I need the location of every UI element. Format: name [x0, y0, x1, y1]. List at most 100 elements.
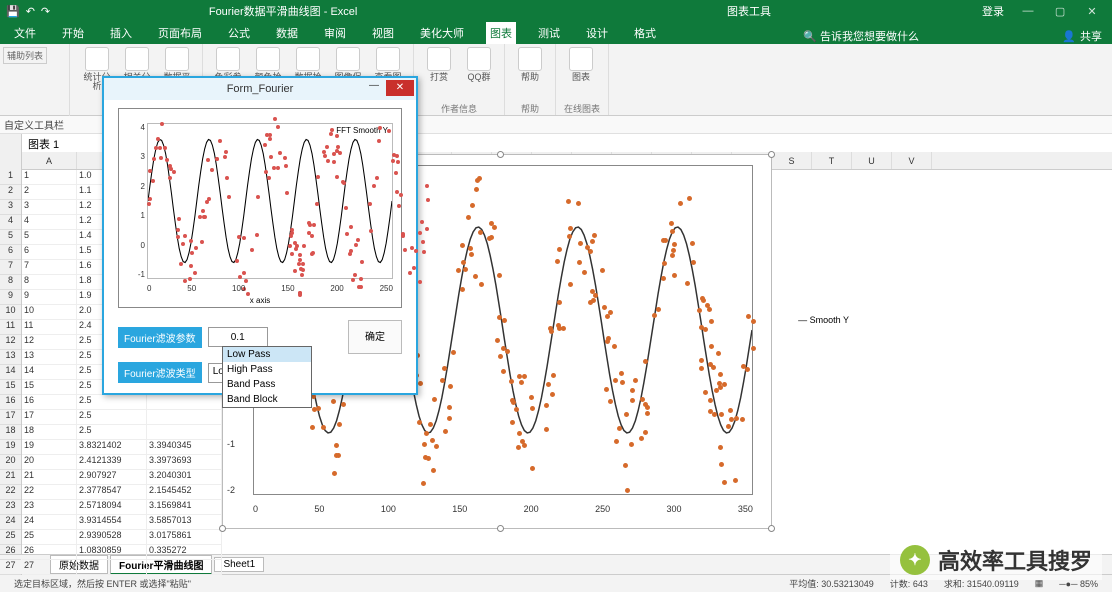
- ribbon-tab[interactable]: 设计: [582, 22, 612, 44]
- row-header[interactable]: 7: [0, 260, 21, 275]
- cell[interactable]: 7: [22, 260, 77, 275]
- column-header[interactable]: S: [772, 152, 812, 169]
- row-header[interactable]: 2: [0, 185, 21, 200]
- account-label[interactable]: 登录: [982, 3, 1004, 19]
- reward-button[interactable]: 打赏: [422, 47, 456, 82]
- dropdown-option[interactable]: Band Pass: [223, 377, 311, 392]
- ribbon-tab[interactable]: 页面布局: [154, 22, 206, 44]
- chart-resize-handle[interactable]: [768, 151, 775, 158]
- chart-resize-handle[interactable]: [497, 151, 504, 158]
- cell[interactable]: 2.5718094: [77, 500, 147, 515]
- chart-resize-handle[interactable]: [768, 525, 775, 532]
- cell[interactable]: 9: [22, 290, 77, 305]
- row-headers[interactable]: 1234567891011121314151617181920212223242…: [0, 134, 22, 554]
- row-header[interactable]: 8: [0, 275, 21, 290]
- chart-resize-handle[interactable]: [219, 525, 226, 532]
- ribbon-tab[interactable]: 视图: [368, 22, 398, 44]
- cell[interactable]: 21: [22, 470, 77, 485]
- cell[interactable]: 15: [22, 380, 77, 395]
- cell[interactable]: 2.5: [77, 395, 147, 410]
- cell[interactable]: 2.9390528: [77, 530, 147, 545]
- fourier-param-button[interactable]: Fourier滤波参数: [118, 327, 202, 348]
- qq-group-button[interactable]: QQ群: [462, 47, 496, 82]
- cell[interactable]: 3.9314554: [77, 515, 147, 530]
- row-header[interactable]: 11: [0, 320, 21, 335]
- cell[interactable]: 3.3940345: [147, 440, 222, 455]
- cell[interactable]: [147, 425, 222, 440]
- zoom-slider[interactable]: ─●─ 85%: [1059, 579, 1098, 589]
- form-close-icon[interactable]: ✕: [386, 80, 414, 96]
- cell[interactable]: 3: [22, 200, 77, 215]
- chart-resize-handle[interactable]: [497, 525, 504, 532]
- row-header[interactable]: 9: [0, 290, 21, 305]
- cell[interactable]: 11: [22, 320, 77, 335]
- close-button[interactable]: ✕: [1078, 5, 1106, 18]
- maximize-button[interactable]: ▢: [1046, 5, 1074, 18]
- row-header[interactable]: 12: [0, 335, 21, 350]
- minimize-button[interactable]: —: [1014, 5, 1042, 18]
- cell[interactable]: 14: [22, 365, 77, 380]
- cell[interactable]: 2.5: [77, 410, 147, 425]
- ribbon-tab[interactable]: 测试: [534, 22, 564, 44]
- cell[interactable]: 1.0830859: [77, 545, 147, 560]
- fourier-type-button[interactable]: Fourier滤波类型: [118, 362, 202, 383]
- cell[interactable]: 16: [22, 395, 77, 410]
- row-header[interactable]: 15: [0, 380, 21, 395]
- row-header[interactable]: 6: [0, 245, 21, 260]
- cell[interactable]: 2.5: [77, 425, 147, 440]
- column-header[interactable]: V: [892, 152, 932, 169]
- cell[interactable]: 10: [22, 305, 77, 320]
- cell[interactable]: 25: [22, 530, 77, 545]
- cell[interactable]: [77, 560, 147, 575]
- name-box[interactable]: 自定义工具栏: [4, 117, 64, 132]
- save-icon[interactable]: 💾: [6, 5, 20, 18]
- dropdown-option[interactable]: High Pass: [223, 362, 311, 377]
- row-header[interactable]: 26: [0, 545, 21, 560]
- cell[interactable]: 1: [22, 170, 77, 185]
- cell[interactable]: 12: [22, 335, 77, 350]
- row-header[interactable]: 22: [0, 485, 21, 500]
- column-header[interactable]: A: [22, 152, 77, 169]
- cell[interactable]: [147, 410, 222, 425]
- online-chart-button[interactable]: 图表: [564, 47, 598, 82]
- cell[interactable]: [147, 560, 222, 575]
- cell[interactable]: 20: [22, 455, 77, 470]
- undo-icon[interactable]: ↶: [26, 5, 35, 18]
- cell[interactable]: 3.1569841: [147, 500, 222, 515]
- cell[interactable]: 8: [22, 275, 77, 290]
- row-header[interactable]: 18: [0, 425, 21, 440]
- form-minimize-icon[interactable]: —: [364, 80, 384, 96]
- ribbon-tab[interactable]: 文件: [10, 22, 40, 44]
- cell[interactable]: 4: [22, 215, 77, 230]
- cell[interactable]: 19: [22, 440, 77, 455]
- tell-me-box[interactable]: 🔍 告诉我您想要做什么: [803, 28, 919, 44]
- column-header[interactable]: U: [852, 152, 892, 169]
- ribbon-tab[interactable]: 审阅: [320, 22, 350, 44]
- cell[interactable]: [147, 395, 222, 410]
- ribbon-tab[interactable]: 图表: [486, 22, 516, 44]
- cell[interactable]: 27: [22, 560, 77, 575]
- row-header[interactable]: 17: [0, 410, 21, 425]
- row-header[interactable]: 23: [0, 500, 21, 515]
- row-header[interactable]: 14: [0, 365, 21, 380]
- confirm-button[interactable]: 确定: [348, 320, 402, 354]
- cell[interactable]: 3.8321402: [77, 440, 147, 455]
- ribbon-tab[interactable]: 公式: [224, 22, 254, 44]
- cell[interactable]: 2.3778547: [77, 485, 147, 500]
- cell[interactable]: 2: [22, 185, 77, 200]
- cell[interactable]: 2.907927: [77, 470, 147, 485]
- cell[interactable]: 23: [22, 500, 77, 515]
- dropdown-option[interactable]: Band Block: [223, 392, 311, 407]
- ribbon-tab[interactable]: 数据: [272, 22, 302, 44]
- redo-icon[interactable]: ↷: [41, 5, 50, 18]
- cell[interactable]: 3.2040301: [147, 470, 222, 485]
- row-header[interactable]: 24: [0, 515, 21, 530]
- row-header[interactable]: 4: [0, 215, 21, 230]
- share-button[interactable]: 👤 共享: [1062, 28, 1102, 44]
- cell[interactable]: 17: [22, 410, 77, 425]
- help-button[interactable]: 帮助: [513, 47, 547, 82]
- cell[interactable]: 13: [22, 350, 77, 365]
- cell[interactable]: 2.1545452: [147, 485, 222, 500]
- ribbon-tab[interactable]: 美化大师: [416, 22, 468, 44]
- column-header[interactable]: T: [812, 152, 852, 169]
